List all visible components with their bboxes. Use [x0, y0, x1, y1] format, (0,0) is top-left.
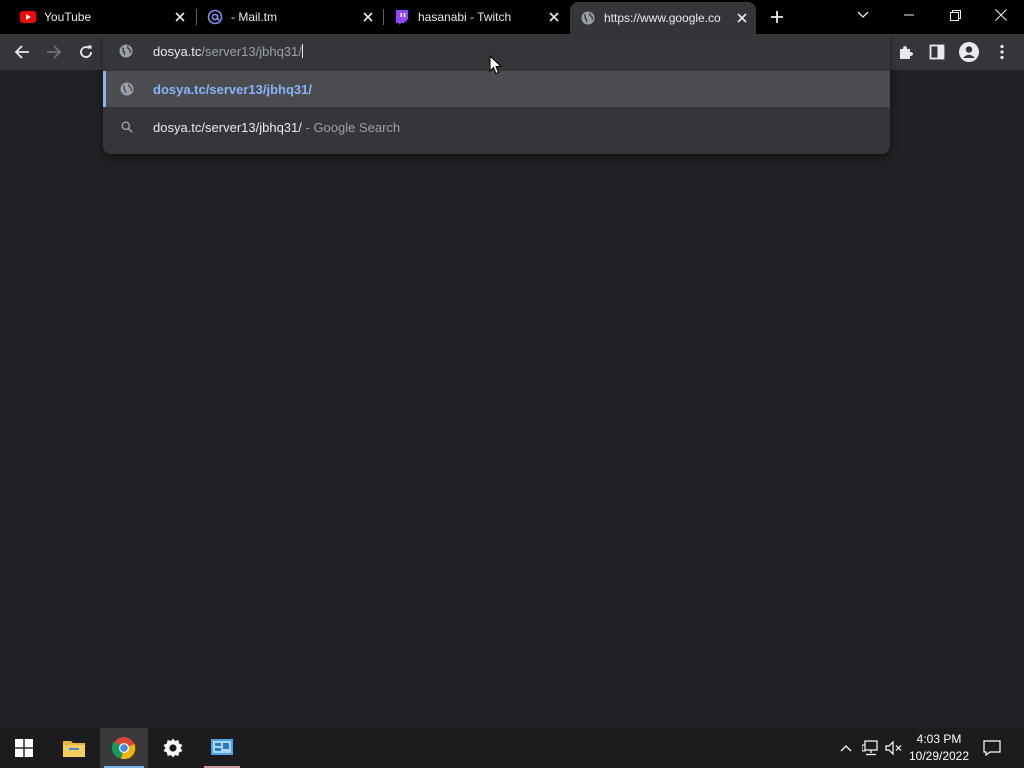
tab-title: - Mail.tm: [231, 10, 277, 24]
text-caret: [301, 44, 303, 58]
kebab-menu-icon: [1000, 44, 1004, 60]
windows-taskbar: 4:03 PM 10/29/2022: [0, 728, 1024, 768]
omnibox: dosya.tc/server13/jbhq31/ dosya.tc/serve…: [103, 34, 890, 154]
page-content: [0, 70, 1024, 728]
suggestion-url[interactable]: dosya.tc/server13/jbhq31/: [103, 71, 890, 107]
volume-button[interactable]: [884, 738, 904, 758]
mouse-cursor-icon: [489, 55, 503, 75]
puzzle-icon: [900, 46, 913, 59]
address-text: dosya.tc/server13/jbhq31/: [153, 44, 303, 59]
close-window-button[interactable]: [978, 0, 1024, 30]
minimize-icon: [904, 14, 914, 16]
clock-date: 10/29/2022: [908, 749, 970, 763]
side-panel-button[interactable]: [923, 38, 951, 66]
notification-icon: [983, 740, 1001, 756]
new-tab-button[interactable]: [766, 6, 788, 28]
side-panel-icon: [929, 44, 945, 60]
suggestion-text: dosya.tc/server13/jbhq31/ - Google Searc…: [153, 120, 400, 135]
control-panel-taskbar-button[interactable]: [198, 728, 246, 768]
globe-icon: [119, 81, 135, 97]
suggestion-search[interactable]: dosya.tc/server13/jbhq31/ - Google Searc…: [103, 109, 890, 145]
twitch-icon: [394, 9, 410, 25]
suggestion-query-text: dosya.tc/server13/jbhq31/: [153, 120, 302, 135]
close-tab-icon[interactable]: [546, 9, 562, 25]
autocomplete-text: /server13/jbhq31/: [201, 44, 302, 59]
arrow-right-icon: [47, 45, 62, 59]
tab-google[interactable]: https://www.google.co: [570, 2, 756, 34]
close-icon: [995, 9, 1007, 21]
tab-youtube[interactable]: YouTube: [0, 0, 194, 34]
chrome-taskbar-button[interactable]: [100, 728, 148, 768]
windows-logo-icon: [15, 739, 33, 757]
extensions-button[interactable]: [892, 38, 920, 66]
typed-text: dosya.tc: [153, 44, 202, 59]
control-panel-icon: [211, 739, 233, 755]
menu-button[interactable]: [988, 38, 1016, 66]
folder-icon: [63, 741, 85, 757]
globe-icon: [580, 10, 596, 26]
chevron-down-icon: [857, 11, 869, 18]
close-tab-icon[interactable]: [172, 9, 188, 25]
suggestion-text: dosya.tc/server13/jbhq31/: [153, 82, 312, 97]
minimize-button[interactable]: [886, 0, 932, 30]
volume-muted-icon: [885, 741, 902, 755]
suggestion-suffix-text: - Google Search: [305, 120, 401, 135]
show-hidden-icons-button[interactable]: [836, 738, 856, 758]
system-clock[interactable]: 4:03 PM 10/29/2022: [904, 731, 974, 765]
network-icon: [862, 740, 878, 756]
close-tab-icon[interactable]: [734, 10, 750, 26]
tab-twitch[interactable]: hasanabi - Twitch: [384, 0, 568, 34]
back-button[interactable]: [8, 38, 36, 66]
gear-icon: [163, 738, 183, 758]
start-button[interactable]: [0, 728, 48, 768]
tab-title: https://www.google.co: [604, 11, 721, 25]
tab-title: hasanabi - Twitch: [418, 10, 512, 24]
profile-button[interactable]: [955, 38, 983, 66]
suggestion-url-text: dosya.tc/server13/jbhq31/: [153, 82, 312, 97]
tab-strip: YouTube - Mail.tm hasanabi - Twitch http…: [0, 0, 1024, 34]
network-button[interactable]: [861, 738, 881, 758]
notifications-button[interactable]: [982, 738, 1002, 758]
tab-mail[interactable]: - Mail.tm: [197, 0, 382, 34]
tab-search-button[interactable]: [840, 0, 886, 30]
plus-icon: [771, 11, 783, 23]
file-explorer-button[interactable]: [50, 728, 98, 768]
search-icon: [119, 119, 135, 135]
restore-icon: [949, 9, 961, 21]
close-tab-icon[interactable]: [360, 9, 376, 25]
restore-button[interactable]: [932, 0, 978, 30]
reload-button[interactable]: [72, 38, 100, 66]
globe-icon: [119, 44, 135, 60]
settings-taskbar-button[interactable]: [149, 728, 197, 768]
avatar-icon: [959, 42, 979, 62]
arrow-left-icon: [14, 45, 29, 59]
reload-icon: [80, 45, 92, 58]
chevron-up-icon: [840, 745, 852, 752]
forward-button[interactable]: [40, 38, 68, 66]
at-sign-icon: [207, 9, 223, 25]
clock-time: 4:03 PM: [916, 732, 962, 746]
youtube-icon: [20, 9, 36, 25]
chrome-icon: [112, 737, 136, 760]
tab-title: YouTube: [44, 10, 92, 24]
